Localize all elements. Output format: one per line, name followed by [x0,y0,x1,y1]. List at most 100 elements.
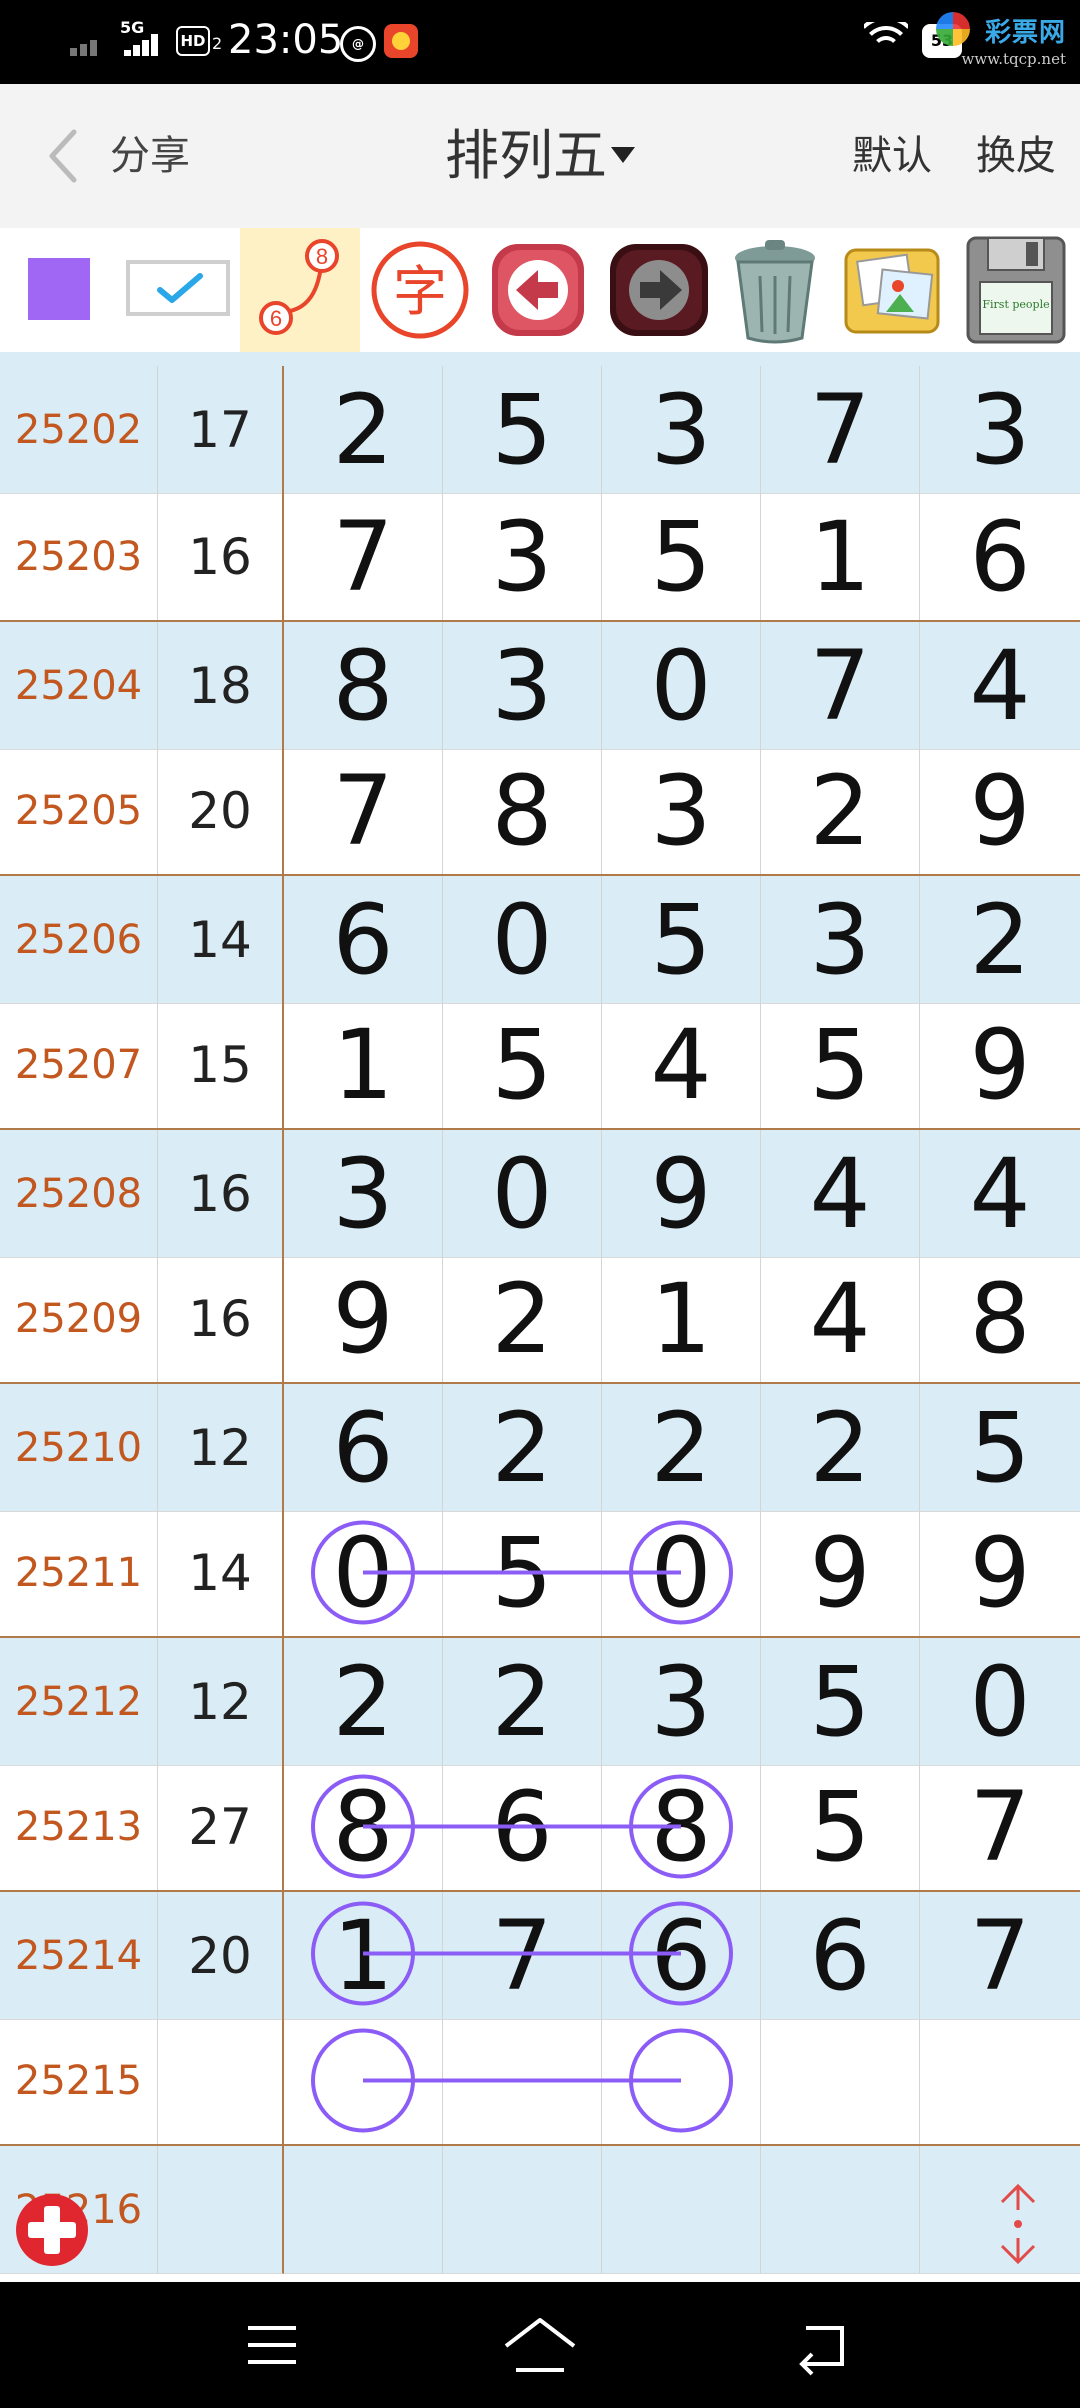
digit-cell-5[interactable]: 2 [920,876,1080,1004]
digit-cell-4[interactable]: 5 [761,1763,920,1891]
digit-cell-2[interactable]: 5 [443,366,602,494]
trash-button[interactable] [720,228,830,352]
digit-cell-2[interactable] [443,2146,602,2274]
digit-cell-4[interactable]: 4 [761,1255,920,1383]
table-row[interactable]: 25212 12 2 2 3 5 0 [0,1636,1080,1766]
digit-cell-4[interactable]: 3 [761,876,920,1004]
digit-cell-3[interactable]: 9 [602,1130,761,1258]
digit-cell-2[interactable]: 3 [443,493,602,621]
digit-cell-2[interactable]: 8 [443,747,602,875]
digit-cell-5[interactable]: 7 [920,1892,1080,2020]
digit-cell-3[interactable]: 5 [602,493,761,621]
table-row[interactable]: 25208 16 3 0 9 4 4 [0,1128,1080,1258]
digit-cell-3[interactable]: 1 [602,1255,761,1383]
digit-cell-3[interactable]: 5 [602,876,761,1004]
home-icon[interactable] [500,2312,580,2378]
digit-cell-1[interactable]: 7 [284,747,443,875]
digit-cell-2[interactable]: 2 [443,1638,602,1766]
table-row[interactable]: 25207 15 1 5 4 5 9 [0,1001,1080,1129]
digit-cell-3[interactable]: 0 [602,1509,761,1637]
table-row[interactable]: 25214 20 1 7 6 6 7 [0,1890,1080,2020]
table-row[interactable]: 25211 14 0 5 0 9 9 [0,1509,1080,1637]
digit-cell-1[interactable]: 8 [284,1763,443,1891]
table-row[interactable]: 25202 17 2 5 3 7 3 [0,366,1080,494]
digit-cell-1[interactable]: 6 [284,876,443,1004]
change-skin-button[interactable]: 换皮 [976,132,1056,180]
digit-cell-1[interactable] [284,2146,443,2274]
digit-cell-3[interactable]: 0 [602,622,761,750]
digit-cell-3[interactable]: 8 [602,1763,761,1891]
digit-cell-2[interactable]: 5 [443,1001,602,1129]
color-swatch-button[interactable] [28,258,90,320]
digit-cell-5[interactable]: 8 [920,1255,1080,1383]
table-row[interactable]: 25206 14 6 0 5 3 2 [0,874,1080,1004]
digit-cell-1[interactable]: 6 [284,1384,443,1512]
digit-cell-4[interactable]: 6 [761,1892,920,2020]
table-row[interactable]: 25213 27 8 6 8 5 7 [0,1763,1080,1891]
digit-cell-5[interactable]: 4 [920,1130,1080,1258]
digit-cell-4[interactable]: 2 [761,1384,920,1512]
digit-cell-1[interactable] [284,2017,443,2145]
scroll-handle-icon[interactable] [990,2180,1046,2268]
digit-cell-1[interactable]: 3 [284,1130,443,1258]
table-row[interactable]: 25216 [0,2144,1080,2274]
digit-cell-2[interactable]: 0 [443,876,602,1004]
digit-cell-1[interactable]: 1 [284,1892,443,2020]
digit-cell-2[interactable]: 5 [443,1509,602,1637]
digit-cell-4[interactable]: 7 [761,622,920,750]
digit-cell-3[interactable]: 3 [602,1638,761,1766]
digit-cell-4[interactable]: 2 [761,747,920,875]
digit-cell-3[interactable]: 3 [602,747,761,875]
digit-cell-3[interactable] [602,2146,761,2274]
digit-cell-4[interactable]: 5 [761,1001,920,1129]
digit-cell-1[interactable]: 8 [284,622,443,750]
digit-cell-4[interactable]: 4 [761,1130,920,1258]
digit-cell-5[interactable]: 0 [920,1638,1080,1766]
table-row[interactable]: 25204 18 8 3 0 7 4 [0,620,1080,750]
digit-cell-5[interactable]: 9 [920,747,1080,875]
digit-cell-2[interactable]: 2 [443,1384,602,1512]
digit-cell-2[interactable]: 0 [443,1130,602,1258]
digit-cell-3[interactable]: 6 [602,1892,761,2020]
digit-cell-4[interactable]: 7 [761,366,920,494]
table-row[interactable]: 25215 [0,2017,1080,2145]
digit-cell-5[interactable]: 9 [920,1509,1080,1637]
digit-cell-4[interactable]: 1 [761,493,920,621]
table-row[interactable]: 25210 12 6 2 2 2 5 [0,1382,1080,1512]
digit-cell-3[interactable]: 2 [602,1384,761,1512]
table-row[interactable]: 25203 16 7 3 5 1 6 [0,493,1080,621]
undo-button[interactable] [486,228,590,352]
digit-cell-2[interactable]: 7 [443,1892,602,2020]
digit-cell-5[interactable]: 3 [920,366,1080,494]
add-button[interactable] [14,2192,90,2268]
digit-cell-5[interactable]: 6 [920,493,1080,621]
digit-cell-2[interactable] [443,2017,602,2145]
back-nav-icon[interactable] [792,2316,856,2376]
digit-cell-4[interactable] [761,2017,920,2145]
digit-cell-3[interactable]: 3 [602,366,761,494]
checkbox-toggle-button[interactable] [126,260,230,316]
digit-cell-5[interactable]: 7 [920,1763,1080,1891]
digit-cell-1[interactable]: 2 [284,1638,443,1766]
table-row[interactable]: 25209 16 9 2 1 4 8 [0,1255,1080,1383]
digit-cell-3[interactable]: 4 [602,1001,761,1129]
redo-button[interactable] [604,228,714,352]
menu-icon[interactable] [244,2320,300,2370]
default-button[interactable]: 默认 [852,132,932,180]
digit-cell-4[interactable]: 9 [761,1509,920,1637]
digit-cell-1[interactable]: 2 [284,366,443,494]
digit-cell-2[interactable]: 3 [443,622,602,750]
digit-cell-1[interactable]: 7 [284,493,443,621]
digit-cell-1[interactable]: 0 [284,1509,443,1637]
table-row[interactable]: 25205 20 7 8 3 2 9 [0,747,1080,875]
digit-cell-5[interactable] [920,2017,1080,2145]
digit-cell-3[interactable] [602,2017,761,2145]
digit-cell-2[interactable]: 2 [443,1255,602,1383]
digit-cell-4[interactable]: 5 [761,1638,920,1766]
digit-cell-4[interactable] [761,2146,920,2274]
save-button[interactable]: First people [960,228,1072,352]
digit-cell-5[interactable]: 9 [920,1001,1080,1129]
digit-cell-5[interactable]: 4 [920,622,1080,750]
digit-cell-1[interactable]: 1 [284,1001,443,1129]
link-numbers-tool-button[interactable]: 8 6 [240,228,360,352]
